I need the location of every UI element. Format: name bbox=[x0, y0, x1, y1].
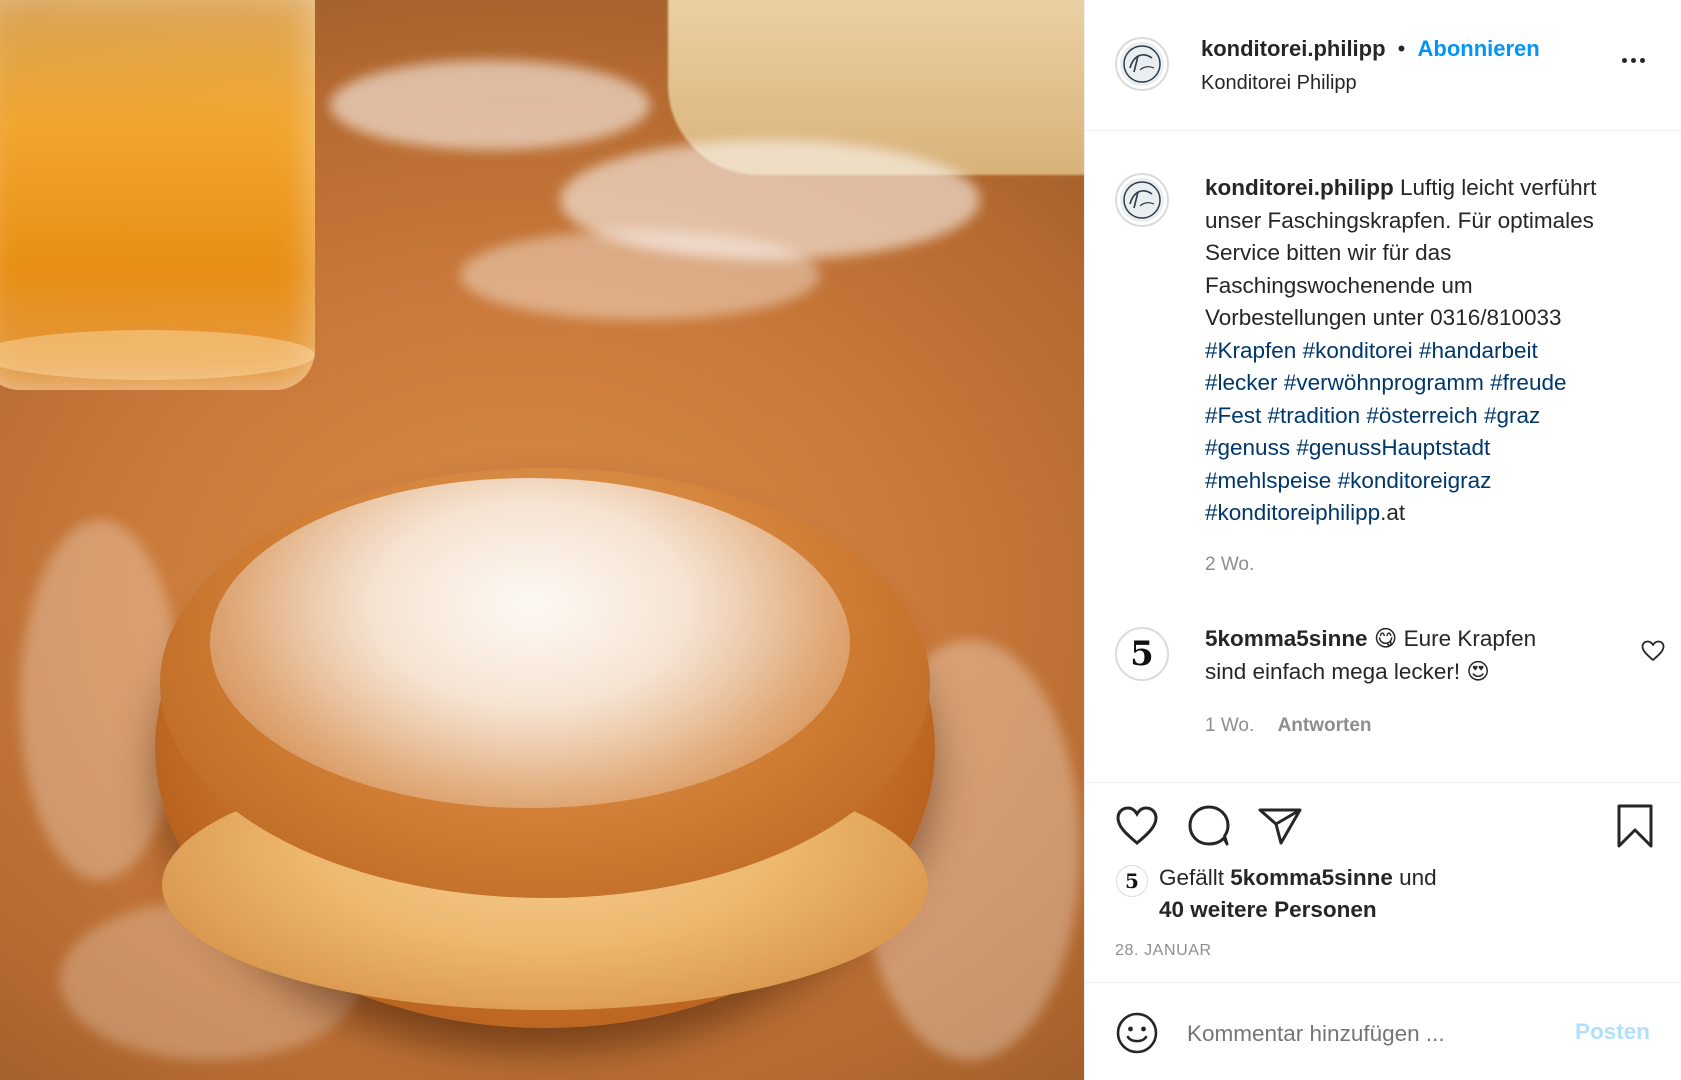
caption-line: Service bitten wir für das bbox=[1205, 240, 1452, 265]
post-date[interactable]: 28. JANUAR bbox=[1115, 942, 1212, 960]
profile-avatar[interactable] bbox=[1115, 37, 1169, 91]
hashtag-link[interactable]: #konditoreigraz bbox=[1338, 468, 1492, 493]
comment-avatar[interactable]: 5 bbox=[1115, 627, 1169, 681]
liker-avatar-glyph: 5 bbox=[1119, 868, 1145, 894]
share-icon[interactable] bbox=[1257, 806, 1303, 846]
comment-timestamp[interactable]: 1 Wo. bbox=[1205, 715, 1254, 736]
actions-divider bbox=[1085, 782, 1681, 783]
header-subtitle[interactable]: Konditorei Philipp bbox=[1201, 72, 1357, 95]
hashtag-link[interactable]: #freude bbox=[1490, 370, 1566, 395]
hashtag-link[interactable]: #lecker bbox=[1205, 370, 1278, 395]
header-username[interactable]: konditorei.philipp bbox=[1201, 36, 1386, 61]
comment-text: 5komma5sinne 😋 Eure Krapfen sind einfach… bbox=[1205, 623, 1615, 688]
add-comment-input[interactable] bbox=[1185, 1013, 1539, 1055]
comment-emoji: 😋 bbox=[1373, 626, 1398, 651]
comment-like-heart-icon[interactable] bbox=[1641, 640, 1665, 662]
likes-text: Gefällt 5komma5sinne und 40 weitere Pers… bbox=[1159, 862, 1437, 926]
hashtag-link[interactable]: #genussHauptstadt bbox=[1296, 435, 1490, 460]
caption-line: Vorbestellungen unter 0316/810033 bbox=[1205, 305, 1562, 330]
likes-prefix: Gefällt bbox=[1159, 865, 1225, 890]
post-image[interactable] bbox=[0, 0, 1084, 1080]
hashtag-link[interactable]: #konditorei bbox=[1303, 338, 1413, 363]
bookmark-icon[interactable] bbox=[1616, 803, 1654, 849]
hashtag-link[interactable]: #handarbeit bbox=[1419, 338, 1538, 363]
likes-connector: und bbox=[1399, 865, 1437, 890]
heart-icon[interactable] bbox=[1115, 805, 1159, 847]
caption-timestamp[interactable]: 2 Wo. bbox=[1205, 554, 1254, 576]
comment-input-divider bbox=[1085, 982, 1681, 983]
more-horizontal-icon[interactable] bbox=[1615, 50, 1651, 70]
hashtag-link[interactable]: #konditoreiphilipp bbox=[1205, 500, 1380, 525]
hashtag-link[interactable]: #mehlspeise bbox=[1205, 468, 1331, 493]
flour-dust bbox=[20, 520, 180, 880]
liker-avatar[interactable]: 5 bbox=[1116, 865, 1148, 897]
caption-line: Faschingswochenende um bbox=[1205, 272, 1473, 298]
caption-line: Luftig leicht verführt bbox=[1400, 175, 1597, 200]
hashtag-link[interactable]: #verwöhnprogramm bbox=[1284, 370, 1484, 395]
flour-dust bbox=[460, 230, 820, 320]
reply-button[interactable]: Antworten bbox=[1278, 715, 1372, 736]
philipp-logo-icon bbox=[1123, 181, 1161, 219]
comment-username[interactable]: 5komma5sinne bbox=[1205, 626, 1368, 651]
likes-user[interactable]: 5komma5sinne bbox=[1230, 865, 1393, 890]
caption-line: unser Faschingskrapfen. Für optimales bbox=[1205, 207, 1594, 233]
hashtag-link[interactable]: #graz bbox=[1484, 403, 1540, 428]
post-comment-button[interactable]: Posten bbox=[1575, 1019, 1650, 1045]
comment-emoji: 😍 bbox=[1466, 658, 1490, 684]
caption-username[interactable]: konditorei.philipp bbox=[1205, 175, 1394, 200]
hashtag-suffix: .at bbox=[1380, 500, 1406, 525]
likes-others-button[interactable]: 40 weitere Personen bbox=[1159, 894, 1437, 926]
caption-avatar[interactable] bbox=[1115, 173, 1169, 227]
philipp-logo-icon bbox=[1123, 45, 1161, 83]
hashtag-link[interactable]: #Krapfen bbox=[1205, 338, 1296, 363]
comment-line: Eure Krapfen bbox=[1403, 626, 1537, 651]
caption-text: konditorei.philipp Luftig leicht verführ… bbox=[1205, 172, 1665, 530]
hashtag-link[interactable]: #Fest bbox=[1205, 403, 1261, 428]
comment-icon[interactable] bbox=[1186, 803, 1232, 847]
post-sidebar: konditorei.philipp • Abonnieren Konditor… bbox=[1084, 0, 1681, 1080]
hashtag-link[interactable]: #tradition bbox=[1268, 403, 1361, 428]
hashtag-link[interactable]: #genuss bbox=[1205, 435, 1290, 460]
header-divider bbox=[1085, 130, 1681, 131]
follow-button[interactable]: Abonnieren bbox=[1418, 36, 1540, 61]
comment-avatar-glyph: 5 bbox=[1120, 632, 1164, 676]
emoji-smiley-icon[interactable] bbox=[1115, 1011, 1159, 1055]
flour-dust bbox=[330, 60, 650, 150]
hashtag-link[interactable]: #österreich bbox=[1366, 403, 1477, 428]
comment-line: sind einfach mega lecker! bbox=[1205, 658, 1461, 684]
header-separator: • bbox=[1397, 36, 1406, 61]
powdered-sugar bbox=[210, 478, 850, 808]
